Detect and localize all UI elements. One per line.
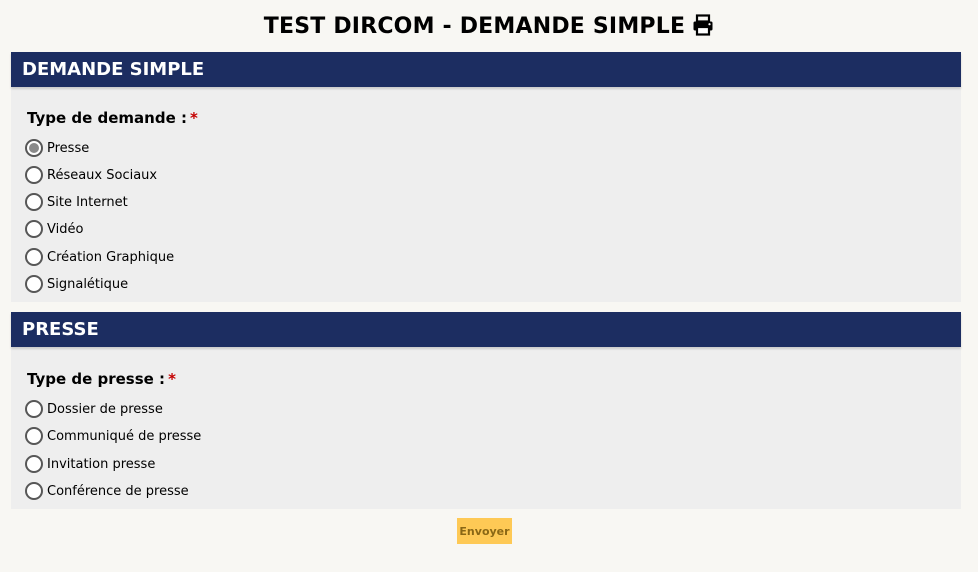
page-title-text: TEST DIRCOM - DEMANDE SIMPLE [263,13,686,39]
radio-option-video[interactable]: Vidéo [25,218,83,240]
radio-option-conference-de-presse[interactable]: Conférence de presse [25,480,189,502]
required-star: * [189,109,198,127]
radio-label[interactable]: Signalétique [47,277,128,292]
radio-option-dossier-de-presse[interactable]: Dossier de presse [25,398,163,420]
radio-button[interactable] [25,139,43,157]
radio-label[interactable]: Réseaux Sociaux [47,168,157,183]
radio-button[interactable] [25,275,43,293]
radio-label[interactable]: Vidéo [47,222,83,237]
radio-button[interactable] [25,482,43,500]
page-title-bar: TEST DIRCOM - DEMANDE SIMPLE [0,0,978,52]
radio-button[interactable] [25,248,43,266]
radio-option-communique-de-presse[interactable]: Communiqué de presse [25,425,201,447]
radio-label[interactable]: Conférence de presse [47,484,189,499]
print-icon[interactable] [692,13,714,36]
field-label-text: Type de presse : [27,370,166,388]
section-presse: PRESSE Type de presse : * Dossier de pres… [11,312,961,509]
radio-option-presse[interactable]: Presse [25,137,89,159]
section-header-label: PRESSE [22,319,99,340]
section-header: PRESSE [11,312,961,347]
radio-button[interactable] [25,455,43,473]
radio-button[interactable] [25,166,43,184]
required-star: * [168,370,176,388]
submit-button[interactable]: Envoyer [457,518,512,544]
radio-button[interactable] [25,220,43,238]
field-label-type-demande: Type de demande : * [27,109,198,127]
radio-label[interactable]: Communiqué de presse [47,429,201,444]
radio-button[interactable] [25,193,43,211]
radio-label[interactable]: Dossier de presse [47,402,163,417]
radio-label[interactable]: Site Internet [47,195,128,210]
section-demande-simple: DEMANDE SIMPLE Type de demande : * Presse… [11,52,961,302]
radio-label[interactable]: Invitation presse [47,457,155,472]
radio-option-site-internet[interactable]: Site Internet [25,191,128,213]
section-header-label: DEMANDE SIMPLE [22,59,205,80]
radio-option-reseaux-sociaux[interactable]: Réseaux Sociaux [25,164,157,186]
radio-option-signaletique[interactable]: Signalétique [25,273,128,295]
radio-option-creation-graphique[interactable]: Création Graphique [25,246,174,268]
radio-button[interactable] [25,400,43,418]
radio-button[interactable] [25,427,43,445]
radio-label[interactable]: Création Graphique [47,250,174,265]
section-header: DEMANDE SIMPLE [11,52,961,87]
radio-label[interactable]: Presse [47,141,89,156]
field-label-type-presse: Type de presse : * [27,370,176,388]
radio-option-invitation-presse[interactable]: Invitation presse [25,453,155,475]
field-label-text: Type de demande : [27,109,187,127]
page-title: TEST DIRCOM - DEMANDE SIMPLE [264,14,714,39]
